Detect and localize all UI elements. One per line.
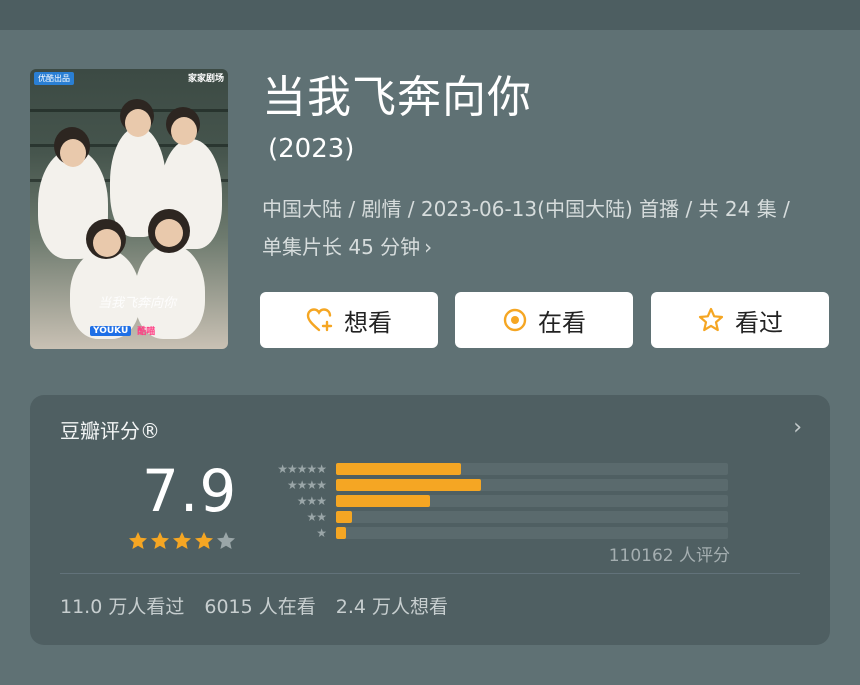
star-outline-icon — [698, 307, 724, 332]
poster-figure-face — [155, 219, 183, 247]
stat-watching: 6015 人在看 — [204, 596, 316, 618]
score-stars — [128, 531, 236, 551]
rating-bar-track — [336, 495, 728, 507]
rating-bar — [336, 511, 352, 523]
youku-logo: YOUKU — [90, 325, 132, 336]
rating-card[interactable]: 豆瓣评分® › 7.9 ★★★★★ ★★★★ ★★★ ★★ ★ 110162 人评分 1… — [30, 395, 830, 645]
poster-figure-face — [125, 109, 151, 137]
rating-row-stars: ★ — [316, 526, 327, 540]
star-filled-icon — [151, 532, 169, 549]
meta-line-text: 单集片长 45 分钟 — [262, 235, 421, 259]
rating-bar — [336, 479, 482, 491]
stat-watched: 11.0 万人看过 — [60, 596, 185, 618]
meta-line: 单集片长 45 分钟 › — [262, 228, 832, 266]
circle-dot-icon — [503, 308, 527, 332]
watched-label: 看过 — [735, 308, 783, 337]
poster-figure-face — [60, 139, 86, 167]
watching-label: 在看 — [538, 308, 586, 337]
divider — [60, 573, 800, 574]
rating-bar — [336, 463, 462, 475]
rating-score: 7.9 — [142, 457, 238, 525]
rating-bar-track — [336, 479, 728, 491]
poster-figure-face — [93, 229, 121, 257]
poster-image[interactable]: 优酷出品 家家剧场 当我飞奔向你 YOUKU 酷喵 — [30, 69, 228, 349]
rating-bar-track — [336, 511, 728, 523]
want-to-watch-button[interactable]: 想看 — [260, 292, 438, 348]
rating-bar-track — [336, 527, 728, 539]
star-filled-icon — [129, 532, 147, 549]
poster-figure-face — [171, 117, 197, 145]
rating-bar — [336, 495, 431, 507]
want-to-watch-label: 想看 — [344, 308, 392, 337]
watch-stats: 11.0 万人看过 6015 人在看 2.4 万人想看 — [60, 592, 448, 619]
info-meta[interactable]: 中国大陆 / 剧情 / 2023-06-13(中国大陆) 首播 / 共 24 集… — [262, 190, 832, 266]
meta-line: 中国大陆 / 剧情 / 2023-06-13(中国大陆) 首播 / 共 24 集… — [262, 197, 790, 221]
rating-row-stars: ★★ — [306, 510, 327, 524]
watching-button[interactable]: 在看 — [455, 292, 633, 348]
rating-bar-track — [336, 463, 728, 475]
rating-row-stars: ★★★ — [296, 494, 327, 508]
rating-bar — [336, 527, 346, 539]
heart-plus-icon — [306, 308, 333, 332]
rating-section-title: 豆瓣评分® — [60, 419, 160, 443]
poster-badge-right: 家家剧场 — [187, 74, 224, 84]
poster-badge-left: 优酷出品 — [34, 72, 74, 85]
chevron-right-icon[interactable]: › — [793, 415, 802, 440]
star-filled-icon — [195, 532, 213, 549]
stat-want: 2.4 万人想看 — [335, 596, 449, 618]
release-year: (2023) — [268, 134, 355, 164]
rating-row-stars: ★★★★★ — [277, 462, 327, 476]
kumiao-logo: 酷喵 — [137, 327, 156, 337]
top-bar — [0, 0, 860, 30]
star-empty-icon — [217, 532, 235, 549]
poster-script-title: 当我飞奔向你 — [98, 296, 177, 311]
star-filled-icon — [173, 532, 191, 549]
watched-button[interactable]: 看过 — [651, 292, 829, 348]
chevron-right-icon: › — [424, 235, 433, 259]
page-title: 当我飞奔向你 — [262, 72, 532, 123]
rating-row-stars: ★★★★ — [286, 478, 327, 492]
poster-brand-logos: YOUKU 酷喵 — [90, 324, 155, 337]
rating-count: 110162 人评分 — [608, 546, 730, 566]
